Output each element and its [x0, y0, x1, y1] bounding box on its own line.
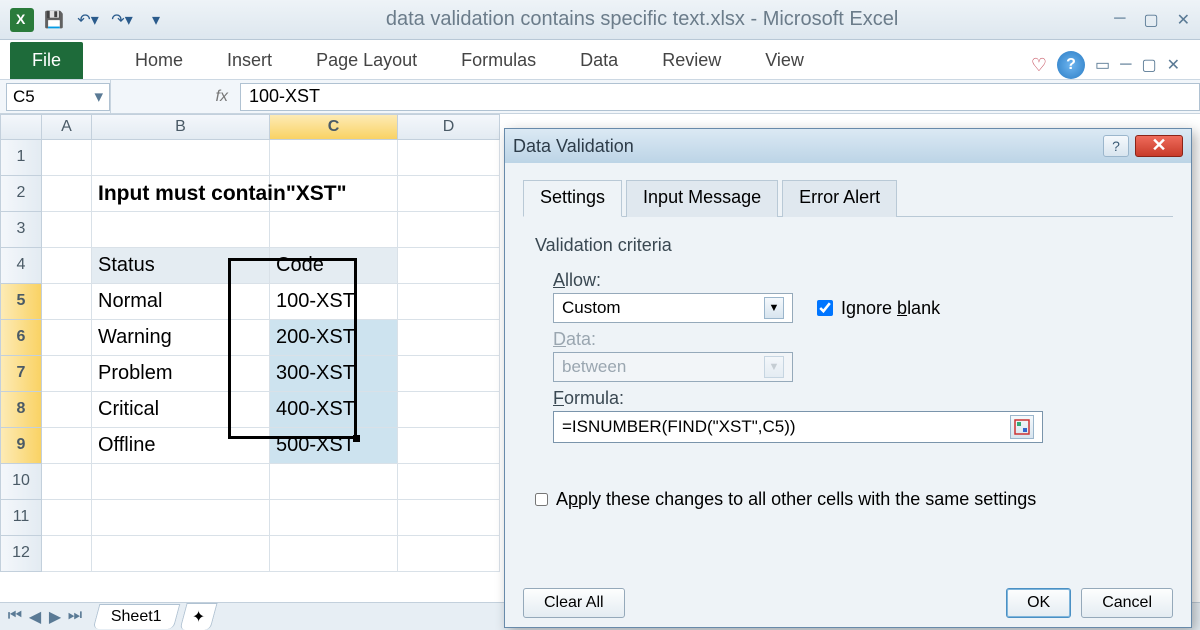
- dialog-tab-input-message[interactable]: Input Message: [626, 180, 778, 217]
- dialog-titlebar[interactable]: Data Validation ? ✕: [505, 129, 1191, 163]
- formula-field[interactable]: =ISNUMBER(FIND("XST",C5)): [553, 411, 1043, 443]
- row-header[interactable]: 10: [0, 464, 42, 500]
- ignore-blank-label: Ignore blank: [841, 298, 940, 319]
- cell-code[interactable]: 500-XST: [270, 428, 398, 464]
- row-header[interactable]: 11: [0, 500, 42, 536]
- select-all-corner[interactable]: [0, 114, 42, 140]
- data-label: Data:: [553, 329, 1173, 350]
- undo-button[interactable]: ↶▾: [74, 8, 102, 32]
- ignore-blank-checkbox[interactable]: Ignore blank: [817, 298, 940, 319]
- dialog-tab-error-alert[interactable]: Error Alert: [782, 180, 897, 217]
- row-header[interactable]: 6: [0, 320, 42, 356]
- col-header-d[interactable]: D: [398, 114, 500, 140]
- col-header-a[interactable]: A: [42, 114, 92, 140]
- cell-status[interactable]: Offline: [92, 428, 270, 464]
- tab-review[interactable]: Review: [640, 42, 743, 79]
- doc-restore-icon[interactable]: ▢: [1141, 55, 1156, 75]
- data-combo: between ▼: [553, 352, 793, 382]
- tab-view[interactable]: View: [743, 42, 826, 79]
- ignore-blank-input[interactable]: [817, 300, 833, 316]
- tab-formulas[interactable]: Formulas: [439, 42, 558, 79]
- range-selector-button[interactable]: [1010, 415, 1034, 439]
- fx-label[interactable]: fx: [110, 80, 240, 113]
- dialog-help-button[interactable]: ?: [1103, 135, 1129, 157]
- file-tab[interactable]: File: [10, 42, 83, 79]
- clear-all-button[interactable]: Clear All: [523, 588, 625, 618]
- dialog-title: Data Validation: [513, 136, 634, 157]
- header-code[interactable]: Code: [270, 248, 398, 284]
- combo-dropdown-icon: ▼: [764, 356, 784, 378]
- cell-status[interactable]: Problem: [92, 356, 270, 392]
- formula-field-value: =ISNUMBER(FIND("XST",C5)): [562, 417, 796, 437]
- doc-close-icon[interactable]: ✕: [1167, 55, 1180, 75]
- combo-dropdown-icon[interactable]: ▼: [764, 297, 784, 319]
- help-icon[interactable]: ?: [1057, 51, 1085, 79]
- formula-value: 100-XST: [249, 86, 320, 107]
- cell-status[interactable]: Normal: [92, 284, 270, 320]
- sheet-nav-prev[interactable]: ◀: [26, 607, 44, 627]
- title-bar: 💾 ↶▾ ↷▾ ▾ data validation contains speci…: [0, 0, 1200, 40]
- window-title: data validation contains specific text.x…: [170, 8, 1114, 31]
- cell-code[interactable]: 200-XST: [270, 320, 398, 356]
- row-header[interactable]: 2: [0, 176, 42, 212]
- name-box-value: C5: [13, 87, 35, 107]
- formula-label: Formula:: [553, 388, 1173, 409]
- row-header[interactable]: 12: [0, 536, 42, 572]
- close-window-button[interactable]: ✕: [1177, 10, 1190, 30]
- excel-icon: [10, 8, 34, 32]
- tab-data[interactable]: Data: [558, 42, 640, 79]
- ribbon-minimize-icon[interactable]: ▭: [1095, 55, 1110, 75]
- apply-all-label: Apply these changes to all other cells w…: [556, 489, 1036, 510]
- cell-code[interactable]: 100-XST: [270, 284, 398, 320]
- allow-combo[interactable]: Custom ▼: [553, 293, 793, 323]
- name-box[interactable]: C5 ▾: [6, 83, 110, 111]
- doc-minimize-icon[interactable]: ─: [1120, 56, 1131, 74]
- ribbon: File Home Insert Page Layout Formulas Da…: [0, 40, 1200, 80]
- minimize-button[interactable]: ─: [1114, 10, 1125, 30]
- sheet-nav-last[interactable]: ⏭: [66, 607, 84, 627]
- sheet-title[interactable]: Input must contain"XST": [92, 176, 270, 212]
- ok-button[interactable]: OK: [1006, 588, 1071, 618]
- fill-handle[interactable]: [353, 435, 360, 442]
- allow-value: Custom: [562, 298, 621, 318]
- sheet-tab[interactable]: Sheet1: [93, 604, 180, 629]
- formula-bar: C5 ▾ fx 100-XST: [0, 80, 1200, 114]
- tab-insert[interactable]: Insert: [205, 42, 294, 79]
- row-header[interactable]: 9: [0, 428, 42, 464]
- row-header[interactable]: 3: [0, 212, 42, 248]
- sheet-nav-next[interactable]: ▶: [46, 607, 64, 627]
- criteria-label: Validation criteria: [535, 235, 1173, 256]
- new-sheet-button[interactable]: ✦: [179, 603, 218, 630]
- tab-page-layout[interactable]: Page Layout: [294, 42, 439, 79]
- data-value: between: [562, 357, 626, 377]
- sheet-nav-first[interactable]: ⏮: [6, 607, 24, 627]
- cell-status[interactable]: Critical: [92, 392, 270, 428]
- row-header[interactable]: 1: [0, 140, 42, 176]
- qat-customize[interactable]: ▾: [142, 8, 170, 32]
- row-header[interactable]: 8: [0, 392, 42, 428]
- dialog-close-button[interactable]: ✕: [1135, 135, 1183, 157]
- row-header[interactable]: 4: [0, 248, 42, 284]
- data-validation-dialog: Data Validation ? ✕ Settings Input Messa…: [504, 128, 1192, 628]
- row-header[interactable]: 5: [0, 284, 42, 320]
- cell-status[interactable]: Warning: [92, 320, 270, 356]
- favorite-icon[interactable]: ♡: [1031, 55, 1047, 76]
- save-button[interactable]: 💾: [40, 8, 68, 32]
- cell-code[interactable]: 400-XST: [270, 392, 398, 428]
- header-status[interactable]: Status: [92, 248, 270, 284]
- redo-button[interactable]: ↷▾: [108, 8, 136, 32]
- col-header-b[interactable]: B: [92, 114, 270, 140]
- col-header-c[interactable]: C: [270, 114, 398, 140]
- maximize-button[interactable]: ▢: [1143, 10, 1158, 30]
- formula-input[interactable]: 100-XST: [240, 83, 1200, 111]
- apply-all-checkbox[interactable]: [535, 493, 548, 506]
- row-header[interactable]: 7: [0, 356, 42, 392]
- cancel-button[interactable]: Cancel: [1081, 588, 1173, 618]
- tab-home[interactable]: Home: [113, 42, 205, 79]
- dialog-tab-settings[interactable]: Settings: [523, 180, 622, 217]
- sheet-tab-label: Sheet1: [111, 608, 162, 626]
- name-box-dropdown-icon[interactable]: ▾: [94, 87, 103, 107]
- allow-label: Allow:: [553, 270, 1173, 291]
- cell-code[interactable]: 300-XST: [270, 356, 398, 392]
